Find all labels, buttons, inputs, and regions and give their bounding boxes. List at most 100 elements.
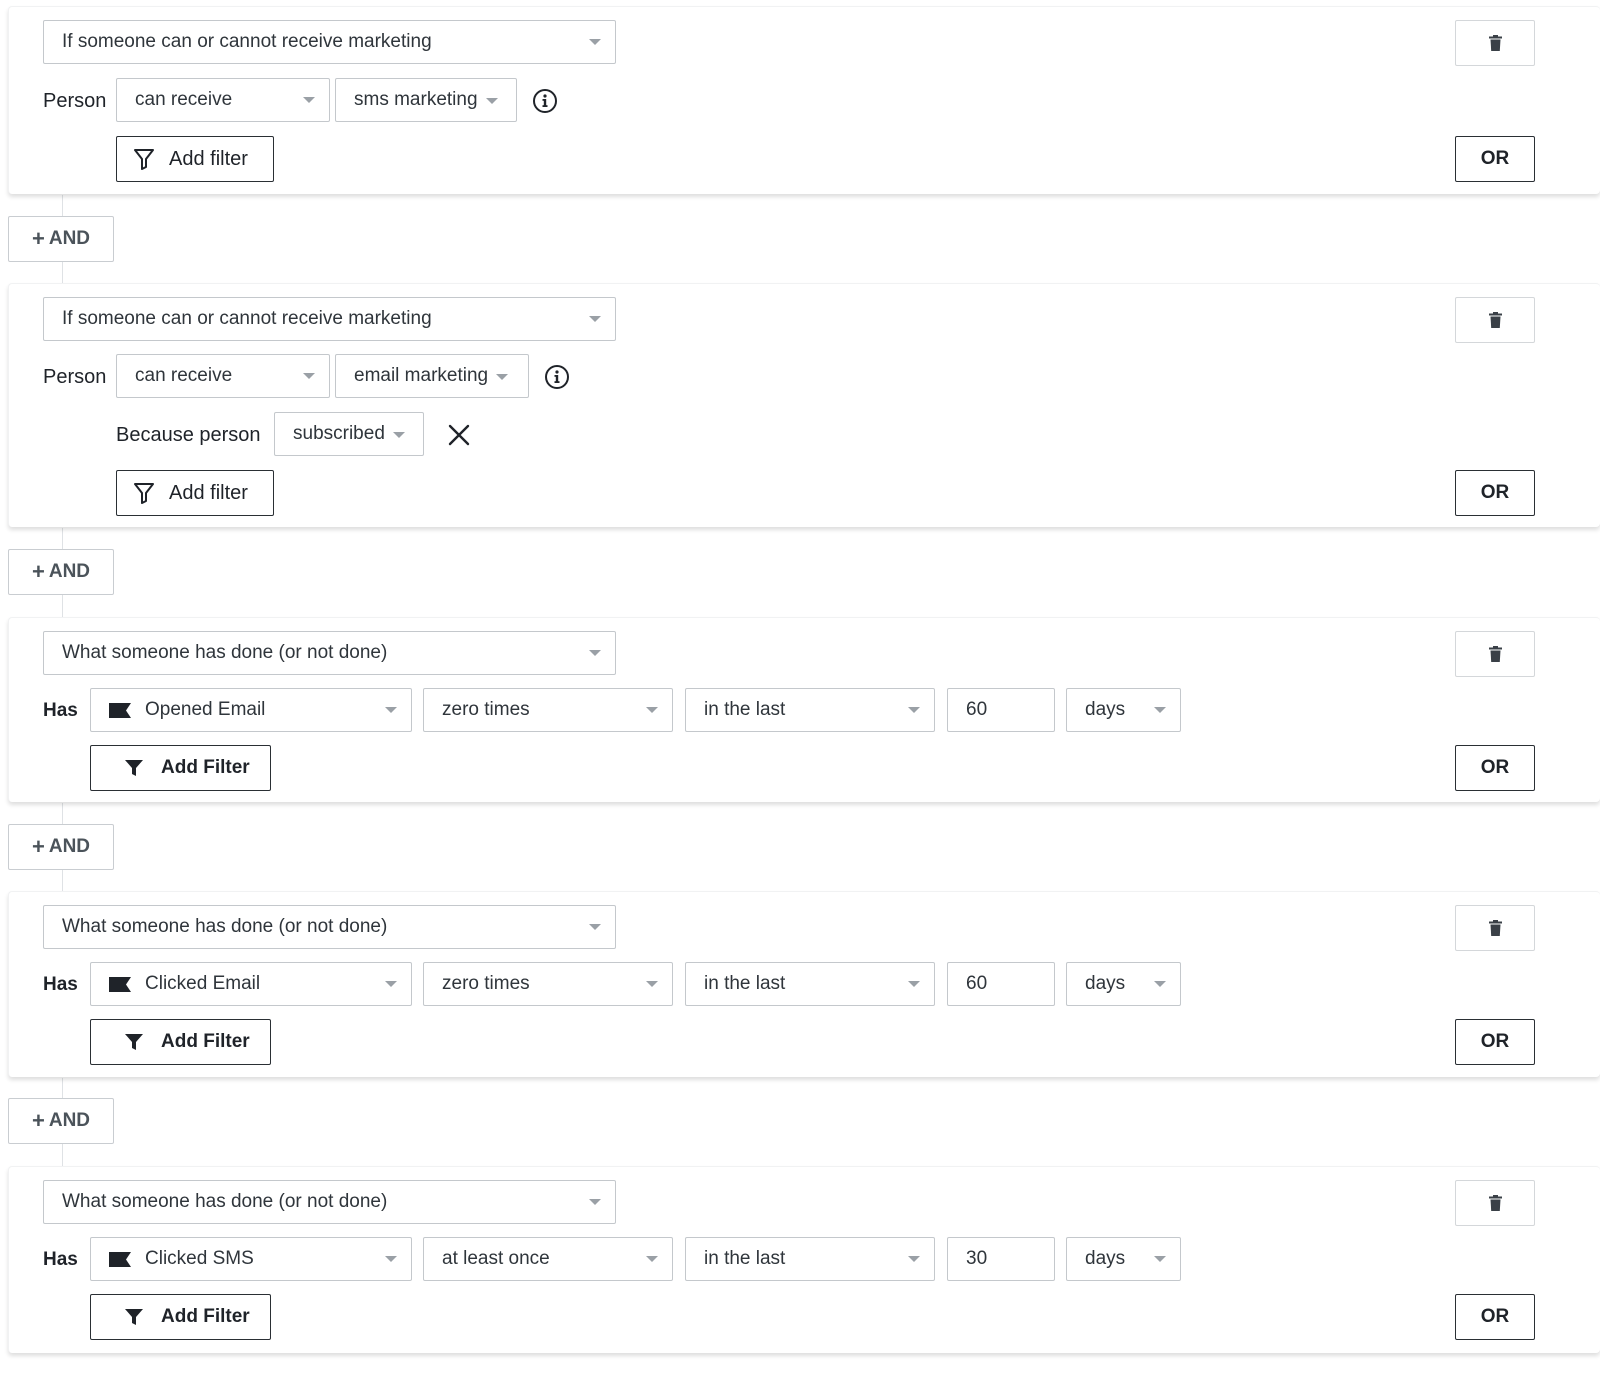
caret-down-icon: [589, 1199, 601, 1205]
unit-select[interactable]: days: [1066, 688, 1181, 732]
delete-condition-button[interactable]: [1455, 297, 1535, 343]
condition-block-4: What someone has done (or not done) Has …: [8, 891, 1600, 1077]
trash-icon: [1488, 1195, 1502, 1211]
add-filter-label: Add filter: [169, 481, 248, 504]
receive-value: can receive: [135, 89, 233, 110]
add-and-button[interactable]: + AND: [8, 824, 114, 870]
plus-icon: +: [31, 834, 45, 859]
timeframe-select[interactable]: in the last: [685, 1237, 935, 1281]
close-icon[interactable]: [447, 423, 471, 447]
unit-select[interactable]: days: [1066, 962, 1181, 1006]
channel-select[interactable]: sms marketing: [335, 78, 517, 122]
amount-value: 30: [966, 1248, 988, 1269]
add-filter-button[interactable]: Add Filter: [90, 745, 271, 791]
delete-condition-button[interactable]: [1455, 1180, 1535, 1226]
delete-condition-button[interactable]: [1455, 20, 1535, 66]
caret-down-icon: [385, 707, 397, 713]
metric-value: Clicked Email: [145, 973, 261, 994]
timeframe-value: in the last: [704, 973, 786, 994]
frequency-select[interactable]: zero times: [423, 962, 673, 1006]
person-label: Person: [43, 366, 107, 388]
condition-type-select[interactable]: If someone can or cannot receive marketi…: [43, 297, 616, 341]
has-label: Has: [43, 974, 78, 995]
metric-select[interactable]: Clicked Email: [90, 962, 412, 1006]
caret-down-icon: [646, 1256, 658, 1262]
delete-condition-button[interactable]: [1455, 631, 1535, 677]
filter-solid-icon: [125, 1034, 143, 1050]
or-button[interactable]: OR: [1455, 470, 1535, 516]
condition-block-1: If someone can or cannot receive marketi…: [8, 6, 1600, 194]
plus-icon: +: [31, 226, 45, 251]
or-label: OR: [1480, 757, 1510, 778]
add-filter-button[interactable]: Add Filter: [90, 1294, 271, 1340]
metric-select[interactable]: Opened Email: [90, 688, 412, 732]
amount-value: 60: [966, 699, 988, 720]
amount-input[interactable]: 60: [947, 962, 1055, 1006]
condition-type-select[interactable]: What someone has done (or not done): [43, 1180, 616, 1224]
caret-down-icon: [1154, 707, 1166, 713]
filter-solid-icon: [125, 1309, 143, 1325]
metric-value: Opened Email: [145, 699, 266, 720]
add-filter-button[interactable]: Add Filter: [90, 1019, 271, 1065]
add-filter-label: Add Filter: [161, 1031, 250, 1052]
add-filter-label: Add Filter: [161, 757, 250, 778]
and-label: AND: [48, 561, 91, 582]
receive-select[interactable]: can receive: [116, 78, 330, 122]
info-icon[interactable]: [532, 88, 558, 114]
delete-condition-button[interactable]: [1455, 905, 1535, 951]
add-filter-button[interactable]: Add filter: [116, 136, 274, 182]
because-select[interactable]: subscribed: [274, 412, 424, 456]
flag-icon: [109, 1251, 131, 1267]
flag-icon: [109, 702, 131, 718]
or-label: OR: [1480, 1306, 1510, 1327]
condition-type-value: What someone has done (or not done): [62, 916, 388, 937]
has-label: Has: [43, 1249, 78, 1270]
frequency-select[interactable]: at least once: [423, 1237, 673, 1281]
amount-input[interactable]: 60: [947, 688, 1055, 732]
caret-down-icon: [485, 98, 498, 104]
add-and-button[interactable]: + AND: [8, 1098, 114, 1144]
receive-select[interactable]: can receive: [116, 354, 330, 398]
add-and-button[interactable]: + AND: [8, 216, 114, 262]
timeframe-value: in the last: [704, 699, 786, 720]
condition-type-select[interactable]: What someone has done (or not done): [43, 631, 616, 675]
or-button[interactable]: OR: [1455, 1294, 1535, 1340]
add-filter-label: Add filter: [169, 147, 248, 170]
caret-down-icon: [385, 981, 397, 987]
add-and-button[interactable]: + AND: [8, 549, 114, 595]
info-icon[interactable]: [544, 364, 570, 390]
and-label: AND: [48, 228, 91, 249]
caret-down-icon: [1154, 981, 1166, 987]
channel-value: email marketing: [354, 365, 489, 386]
frequency-select[interactable]: zero times: [423, 688, 673, 732]
condition-type-select[interactable]: What someone has done (or not done): [43, 905, 616, 949]
add-filter-button[interactable]: Add filter: [116, 470, 274, 516]
metric-select[interactable]: Clicked SMS: [90, 1237, 412, 1281]
has-label: Has: [43, 700, 78, 721]
plus-icon: +: [31, 559, 45, 584]
metric-value: Clicked SMS: [145, 1248, 254, 1269]
condition-block-2: If someone can or cannot receive marketi…: [8, 283, 1600, 527]
or-label: OR: [1480, 1031, 1510, 1052]
or-button[interactable]: OR: [1455, 1019, 1535, 1065]
amount-input[interactable]: 30: [947, 1237, 1055, 1281]
and-label: AND: [48, 1110, 91, 1131]
condition-type-value: What someone has done (or not done): [62, 642, 388, 663]
because-person-label: Because person: [116, 424, 261, 446]
channel-select[interactable]: email marketing: [335, 354, 529, 398]
or-button[interactable]: OR: [1455, 745, 1535, 791]
timeframe-select[interactable]: in the last: [685, 962, 935, 1006]
caret-down-icon: [908, 981, 920, 987]
caret-down-icon: [908, 1256, 920, 1262]
or-button[interactable]: OR: [1455, 136, 1535, 182]
unit-select[interactable]: days: [1066, 1237, 1181, 1281]
trash-icon: [1488, 35, 1502, 51]
frequency-value: zero times: [442, 973, 530, 994]
timeframe-select[interactable]: in the last: [685, 688, 935, 732]
caret-down-icon: [392, 432, 405, 438]
and-label: AND: [48, 836, 91, 857]
unit-value: days: [1085, 973, 1126, 994]
caret-down-icon: [908, 707, 920, 713]
condition-type-select[interactable]: If someone can or cannot receive marketi…: [43, 20, 616, 64]
condition-type-value: What someone has done (or not done): [62, 1191, 388, 1212]
